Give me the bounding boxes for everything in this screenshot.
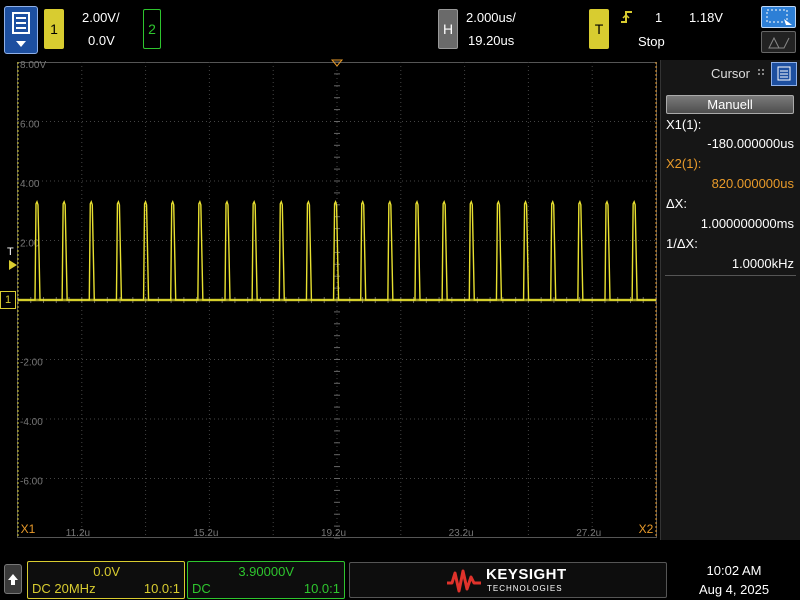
x1-label: X1(1):	[666, 117, 702, 132]
channel-1-ground-marker[interactable]: 1	[0, 291, 16, 309]
panel-divider	[665, 275, 796, 276]
x-axis-label: 27.2u	[576, 528, 601, 539]
trigger-level-arrow-icon	[9, 260, 17, 270]
bottom-expand-button[interactable]	[4, 564, 22, 594]
clock-time: 10:02 AM	[706, 563, 762, 578]
x-axis-label: 19.2u	[321, 528, 346, 539]
y-axis-label: -6.00	[20, 477, 43, 488]
channel-1-trace	[18, 200, 656, 301]
channel-2-info-probe: 10.0:1	[303, 581, 340, 596]
x2-value[interactable]: 820.000000us	[666, 176, 794, 191]
cursor-x1-label: X1	[20, 522, 36, 536]
x-axis-label: 11.2u	[66, 528, 90, 539]
channel-2-info-offset: 3.90000V	[238, 564, 294, 579]
trigger-level[interactable]: 1.18V	[689, 10, 723, 25]
grip-icon	[758, 69, 764, 75]
arrow-up-icon	[8, 574, 18, 585]
channel-1-ground-label: 1	[4, 294, 12, 306]
zoom-box-icon	[766, 9, 792, 25]
measure-icon	[768, 36, 790, 49]
x1-value[interactable]: -180.000000us	[666, 136, 794, 151]
delta-x-label: ΔX:	[666, 196, 687, 211]
channel-1-info-probe: 10.0:1	[143, 581, 180, 596]
inverse-delta-x-value: 1.0000kHz	[731, 256, 794, 271]
list-icon	[777, 66, 791, 81]
delta-x-value: 1.000000000ms	[700, 216, 794, 231]
waveform-svg: 8.00V 6.00 4.00 2.00 -2.00 -4.00 -6.00 11.2u 15.…	[17, 59, 657, 539]
inverse-delta-x-label: 1/ΔX:	[666, 236, 698, 251]
keysight-wave-logo-icon	[447, 569, 481, 593]
cursor-mode-button[interactable]: Manuell	[666, 95, 794, 114]
brand-area: KEYSIGHT TECHNOLOGIES	[349, 562, 667, 598]
channel-1-info[interactable]: 0.0V DC 20MHz 10.0:1	[27, 561, 185, 599]
x2-label: X2(1):	[666, 156, 702, 171]
panel-menu-button[interactable]	[771, 62, 797, 86]
channel-1-info-coupling: DC 20MHz	[32, 581, 96, 596]
channel-2-info-coupling: DC	[192, 581, 211, 596]
cursor-x2-label: X2	[638, 522, 654, 536]
y-axis-label: 4.00	[20, 179, 40, 190]
y-axis-label: -2.00	[20, 358, 43, 369]
y-axis-label: 8.00V	[20, 60, 46, 71]
channel-2-info[interactable]: 3.90000V DC 10.0:1	[187, 561, 345, 599]
measure-button[interactable]	[761, 31, 796, 53]
cursor-panel: Cursor Manuell X1(1): -180.000000us X2(1…	[660, 60, 800, 540]
clock-date: Aug 4, 2025	[698, 582, 770, 597]
y-axis-label: -4.00	[20, 417, 43, 428]
x-axis-label: 23.2u	[449, 528, 474, 539]
y-axis-label: 6.00	[20, 120, 40, 131]
brand-subtitle: TECHNOLOGIES	[487, 584, 563, 593]
x-axis-label: 15.2u	[193, 528, 218, 539]
brand-name: KEYSIGHT	[486, 566, 567, 583]
cursor-x1-marker[interactable]: X1	[18, 520, 38, 538]
channel-1-info-offset: 0.0V	[93, 564, 120, 579]
trigger-level-marker: T	[7, 246, 14, 258]
zoom-box-button[interactable]	[761, 6, 796, 28]
y-axis-label: 2.00	[20, 239, 40, 250]
cursor-x2-marker[interactable]: X2	[636, 520, 656, 538]
